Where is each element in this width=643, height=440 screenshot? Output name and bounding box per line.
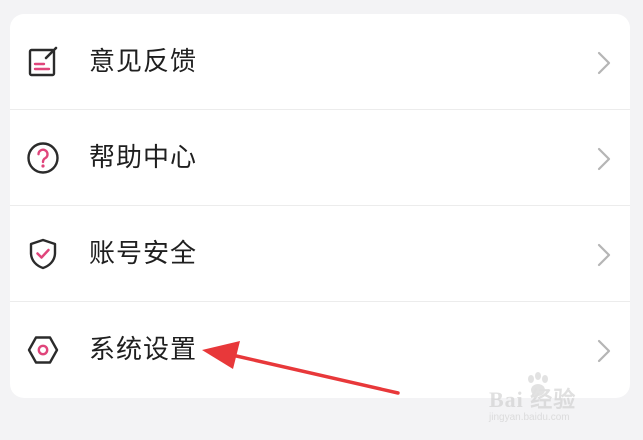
settings-hexagon-icon <box>26 333 60 367</box>
menu-item-system-settings[interactable]: 系统设置 <box>10 302 630 398</box>
menu-item-label: 意见反馈 <box>89 47 198 77</box>
menu-item-label: 系统设置 <box>89 335 198 365</box>
menu-item-account-security[interactable]: 账号安全 <box>10 206 630 302</box>
shield-check-icon <box>26 237 60 271</box>
chevron-right-icon <box>596 242 612 268</box>
help-icon <box>26 141 60 175</box>
watermark-subtext: jingyan.baidu.com <box>489 412 570 423</box>
menu-item-feedback[interactable]: 意见反馈 <box>10 14 630 110</box>
chevron-right-icon <box>596 146 612 172</box>
menu-item-label: 账号安全 <box>89 239 198 269</box>
menu-item-help-center[interactable]: 帮助中心 <box>10 110 630 206</box>
chevron-right-icon <box>596 50 612 76</box>
menu-item-label: 帮助中心 <box>89 143 198 173</box>
settings-menu-card: 意见反馈 帮助中心 账号安全 系统设置 <box>10 14 630 398</box>
chevron-right-icon <box>596 338 612 364</box>
feedback-icon <box>26 45 60 79</box>
